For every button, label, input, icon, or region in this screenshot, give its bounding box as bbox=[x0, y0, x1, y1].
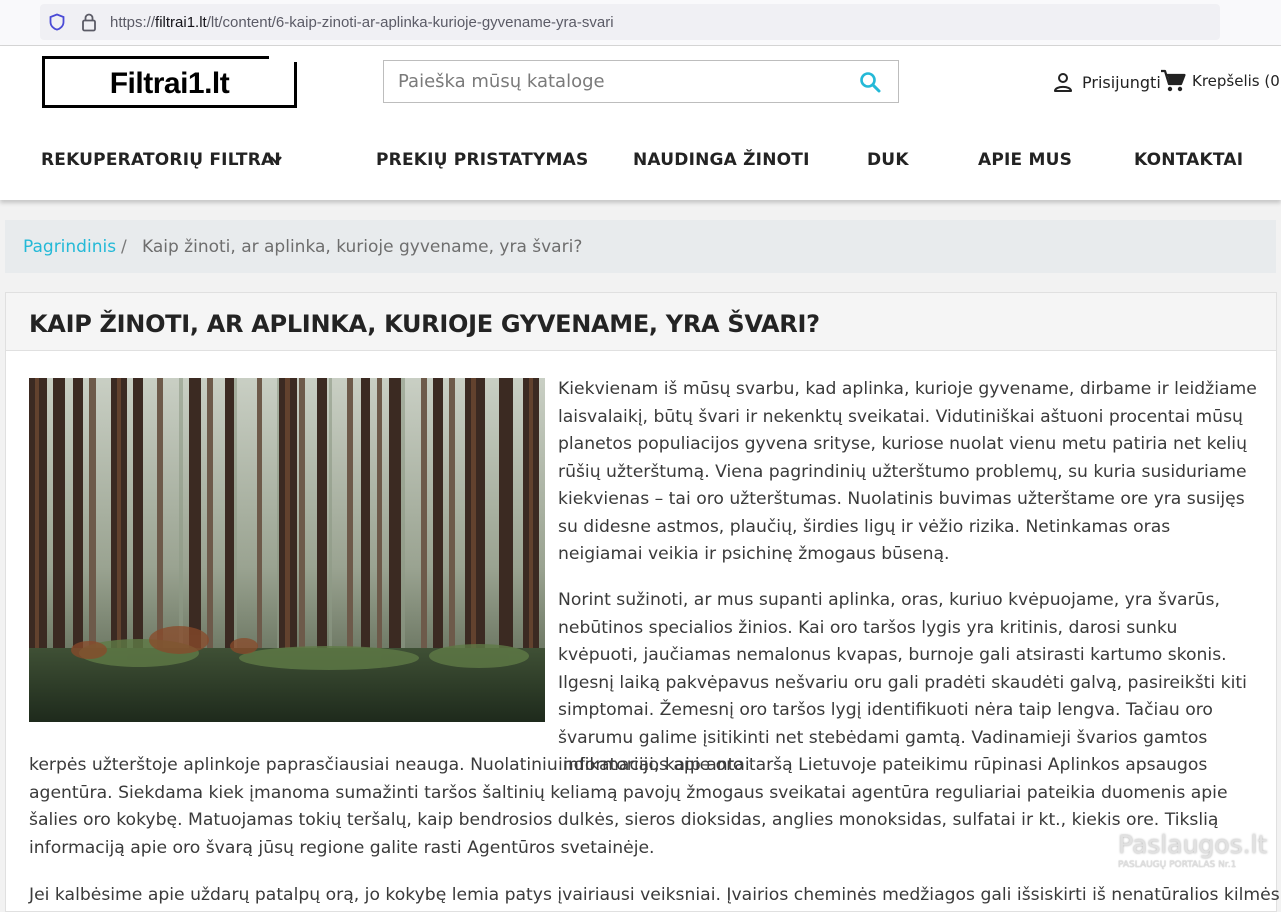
menu-item-kontaktai[interactable]: KONTAKTAI bbox=[1134, 150, 1243, 170]
menu-item-duk[interactable]: DUK bbox=[867, 150, 909, 170]
site-logo[interactable]: Filtrai1.lt bbox=[42, 56, 297, 108]
breadcrumb-home-link[interactable]: Pagrindinis bbox=[23, 237, 116, 257]
shield-icon[interactable] bbox=[48, 13, 66, 31]
breadcrumb: Pagrindinis / Kaip žinoti, ar aplinka, k… bbox=[5, 220, 1276, 273]
cart-link[interactable]: Krepšelis (0) bbox=[1160, 68, 1281, 94]
url-prefix: https:// bbox=[110, 14, 156, 31]
site-header: Filtrai1.lt Prisijungti Krepšelis (0) RE… bbox=[0, 46, 1281, 200]
search-input[interactable] bbox=[384, 61, 844, 102]
forest-image bbox=[29, 378, 545, 722]
logo-text: Filtrai1.lt bbox=[109, 67, 230, 100]
watermark-subtitle: PASLAUGŲ PORTALAS Nr.1 bbox=[1118, 860, 1236, 870]
breadcrumb-current: Kaip žinoti, ar aplinka, kurioje gyvenam… bbox=[142, 237, 583, 257]
logo-notch bbox=[269, 56, 297, 62]
article-paragraph-1: Kiekvienam iš mūsų svarbu, kad aplinka, … bbox=[558, 379, 1257, 564]
cart-icon bbox=[1161, 69, 1186, 92]
search-icon[interactable] bbox=[858, 70, 882, 94]
chevron-down-icon[interactable] bbox=[268, 152, 284, 168]
watermark-badge: Nr.1 bbox=[1218, 860, 1237, 870]
login-label: Prisijungti bbox=[1082, 72, 1161, 92]
article-card: KAIP ŽINOTI, AR APLINKA, KURIOJE GYVENAM… bbox=[5, 292, 1280, 912]
url-text[interactable]: https://filtrai1.lt/lt/content/6-kaip-zi… bbox=[110, 14, 614, 31]
watermark-subtitle-text: PASLAUGŲ PORTALAS bbox=[1118, 860, 1216, 870]
address-bar[interactable]: https://filtrai1.lt/lt/content/6-kaip-zi… bbox=[40, 4, 1220, 40]
url-domain: filtrai1.lt bbox=[155, 14, 207, 31]
menu-item-rekuperatoriu-filtrai[interactable]: REKUPERATORIŲ FILTRAI bbox=[41, 150, 281, 170]
url-path: /lt/content/6-kaip-zinoti-ar-aplinka-kur… bbox=[206, 14, 614, 31]
paslaugos-watermark: Paslaugos.lt PASLAUGŲ PORTALAS Nr.1 bbox=[1116, 830, 1267, 878]
lock-icon[interactable] bbox=[80, 12, 98, 32]
menu-item-naudinga-zinoti[interactable]: NAUDINGA ŽINOTI bbox=[633, 150, 810, 170]
cart-label: Krepšelis bbox=[1192, 72, 1260, 90]
forest-illustration bbox=[29, 378, 545, 722]
watermark-title: Paslaugos.lt bbox=[1118, 830, 1268, 859]
cart-count: (0) bbox=[1264, 72, 1281, 90]
browser-toolbar: https://filtrai1.lt/lt/content/6-kaip-zi… bbox=[0, 0, 1281, 46]
article-paragraph-2: Norint sužinoti, ar mus supanti aplinka,… bbox=[558, 590, 1247, 775]
main-menu: REKUPERATORIŲ FILTRAI PREKIŲ PRISTATYMAS… bbox=[0, 146, 1281, 176]
login-link[interactable]: Prisijungti bbox=[1052, 70, 1161, 94]
search-box bbox=[383, 60, 899, 103]
menu-item-apie-mus[interactable]: APIE MUS bbox=[978, 150, 1072, 170]
page-title: KAIP ŽINOTI, AR APLINKA, KURIOJE GYVENAM… bbox=[29, 310, 820, 338]
menu-item-prekiu-pristatymas[interactable]: PREKIŲ PRISTATYMAS bbox=[376, 150, 588, 170]
breadcrumb-separator: / bbox=[121, 237, 127, 257]
user-icon bbox=[1054, 73, 1072, 92]
article-paragraph-4: Jei kalbėsime apie uždarų patalpų orą, j… bbox=[29, 885, 1280, 905]
article-header: KAIP ŽINOTI, AR APLINKA, KURIOJE GYVENAM… bbox=[6, 293, 1276, 351]
article-paragraph-3: kerpės užterštoje aplinkoje paprasčiausi… bbox=[29, 755, 1228, 858]
